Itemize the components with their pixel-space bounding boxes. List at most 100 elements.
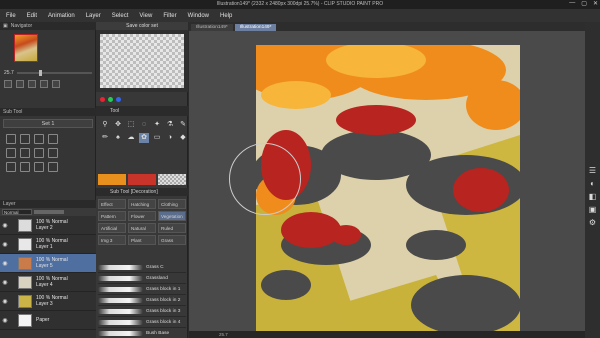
subtool-slot-icon[interactable] xyxy=(48,148,58,158)
menu-view[interactable]: View xyxy=(139,13,152,19)
maximize-button[interactable]: ▢ xyxy=(581,0,587,7)
red-dot-icon[interactable] xyxy=(100,96,105,102)
main-color-swatch[interactable] xyxy=(98,174,126,185)
rotate-icon[interactable] xyxy=(40,80,48,88)
zoom-tool-icon[interactable]: ⚲ xyxy=(100,120,110,130)
minimize-button[interactable]: — xyxy=(569,0,575,7)
layer-row[interactable]: ◉ 100 % Normal Layer 4 xyxy=(0,273,96,292)
lasso-tool-icon[interactable]: ◌ xyxy=(139,120,149,130)
subtool-set-label[interactable]: Set 1 xyxy=(3,119,93,128)
brush-tab[interactable]: Natural xyxy=(128,223,156,233)
layer-row[interactable]: ◉ 100 % Normal Layer 5 xyxy=(0,254,96,273)
pen-tool-icon[interactable]: ✎ xyxy=(178,120,188,130)
transparent-swatch[interactable] xyxy=(158,174,186,185)
fill-tool-icon[interactable]: ◆ xyxy=(178,133,188,143)
wand-tool-icon[interactable]: ✦ xyxy=(152,120,162,130)
eye-icon[interactable]: ◉ xyxy=(0,241,10,248)
subtool-slot-icon[interactable] xyxy=(48,162,58,172)
brush-item[interactable]: Grassland xyxy=(98,273,186,284)
brush-tab[interactable]: Pattern xyxy=(98,211,126,221)
layer-row[interactable]: ◉ 100 % Normal Layer 2 xyxy=(0,216,96,235)
layer-row[interactable]: ◉ 100 % Normal Layer 1 xyxy=(0,235,96,254)
subtool-slot-icon[interactable] xyxy=(6,148,16,158)
brush-item[interactable]: Grass block in 3 xyxy=(98,306,186,317)
menu-layer[interactable]: Layer xyxy=(86,13,101,19)
eye-icon[interactable]: ◉ xyxy=(0,317,10,324)
canvas-tab-active[interactable]: Illustration149* xyxy=(234,24,277,31)
menu-help[interactable]: Help xyxy=(220,13,232,19)
subtool-slot-icon[interactable] xyxy=(20,162,30,172)
zoom-in-icon[interactable] xyxy=(4,80,12,88)
brush-tab[interactable]: Img 3 xyxy=(98,235,126,245)
menu-window[interactable]: Window xyxy=(188,13,209,19)
brush-tab[interactable]: Effect xyxy=(98,199,126,209)
subtool-slot-icon[interactable] xyxy=(20,134,30,144)
subtool-slot-icon[interactable] xyxy=(6,162,16,172)
brush-item[interactable]: Grass C xyxy=(98,262,186,273)
blue-dot-icon[interactable] xyxy=(116,96,121,102)
menu-filter[interactable]: Filter xyxy=(163,13,176,19)
tool-header: Tool xyxy=(96,106,188,116)
subtool-slot-icon[interactable] xyxy=(6,134,16,144)
blend-tool-icon[interactable]: ◑ xyxy=(165,133,175,143)
fit-icon[interactable] xyxy=(28,80,36,88)
status-zoom: 25.7 xyxy=(219,332,228,337)
subtool-slot-icon[interactable] xyxy=(20,148,30,158)
eyedropper-tool-icon[interactable]: ⚗ xyxy=(165,120,175,130)
brush-tab[interactable]: Hatching xyxy=(128,199,156,209)
subtool-slot-icon[interactable] xyxy=(48,134,58,144)
menu-icon[interactable]: ☰ xyxy=(587,166,598,175)
eraser-tool-icon[interactable]: ▭ xyxy=(152,133,162,143)
brush-tab[interactable]: Artificial xyxy=(98,223,126,233)
brush-tab[interactable]: Plant xyxy=(128,235,156,245)
pencil-tool-icon[interactable]: ✏ xyxy=(100,133,110,143)
blend-mode-select[interactable]: Normal xyxy=(2,209,32,215)
menu-select[interactable]: Select xyxy=(112,13,129,19)
airbrush-tool-icon[interactable]: ☁ xyxy=(126,133,136,143)
brush-tab[interactable]: Flower xyxy=(128,211,156,221)
eye-icon[interactable]: ◉ xyxy=(0,298,10,305)
brush-item[interactable]: Grass block in 4 xyxy=(98,317,186,328)
color-set-title[interactable]: Save color set xyxy=(96,22,188,30)
brush-tab[interactable]: Ruled xyxy=(158,223,186,233)
layer-row[interactable]: ◉ Paper xyxy=(0,311,96,330)
subtool-slot-icon[interactable] xyxy=(34,162,44,172)
layer-text: Paper xyxy=(36,317,49,323)
brush-item[interactable]: Grass block in 2 xyxy=(98,295,186,306)
eye-icon[interactable]: ◉ xyxy=(0,222,10,229)
decoration-tool-icon[interactable]: ✿ xyxy=(139,133,149,143)
video-icon[interactable]: ◧ xyxy=(587,192,598,201)
canvas-tab[interactable]: Illustration149* xyxy=(191,24,233,31)
layers-icon[interactable]: ▣ xyxy=(587,205,598,214)
menu-animation[interactable]: Animation xyxy=(48,13,75,19)
brush-tab[interactable]: Vegetation xyxy=(158,211,186,221)
navigator-thumbnail[interactable] xyxy=(14,34,38,62)
brush-tab[interactable]: Grass xyxy=(158,235,186,245)
brush-name: Grassland xyxy=(146,275,168,281)
brush-item[interactable]: Grass block in 1 xyxy=(98,284,186,295)
color-set-grid[interactable] xyxy=(100,34,184,88)
close-button[interactable]: ✕ xyxy=(593,0,598,7)
zoom-out-icon[interactable] xyxy=(16,80,24,88)
flip-icon[interactable] xyxy=(52,80,60,88)
brush-tab[interactable]: Clothing xyxy=(158,199,186,209)
camera-icon[interactable]: ◐ xyxy=(587,179,598,188)
eye-icon[interactable]: ◉ xyxy=(0,279,10,286)
move-tool-icon[interactable]: ✥ xyxy=(113,120,123,130)
brush-tool-icon[interactable]: ♠ xyxy=(113,133,123,143)
menu-edit[interactable]: Edit xyxy=(27,13,37,19)
layer-row[interactable]: ◉ 100 % Normal Layer 3 xyxy=(0,292,96,311)
zoom-track[interactable] xyxy=(16,69,92,76)
subtool-slot-icon[interactable] xyxy=(34,134,44,144)
layer-text: 100 % Normal Layer 2 xyxy=(36,219,68,231)
opacity-slider[interactable] xyxy=(34,210,64,214)
green-dot-icon[interactable] xyxy=(108,96,113,102)
brush-item[interactable]: Bush Base xyxy=(98,328,186,338)
eye-icon[interactable]: ◉ xyxy=(0,260,10,267)
sub-color-swatch[interactable] xyxy=(128,174,156,185)
select-tool-icon[interactable]: ⬚ xyxy=(126,120,136,130)
menu-file[interactable]: File xyxy=(6,13,16,19)
zoom-slider[interactable]: 25.7 xyxy=(4,69,92,76)
subtool-slot-icon[interactable] xyxy=(34,148,44,158)
gear-icon[interactable]: ⚙ xyxy=(587,218,598,227)
